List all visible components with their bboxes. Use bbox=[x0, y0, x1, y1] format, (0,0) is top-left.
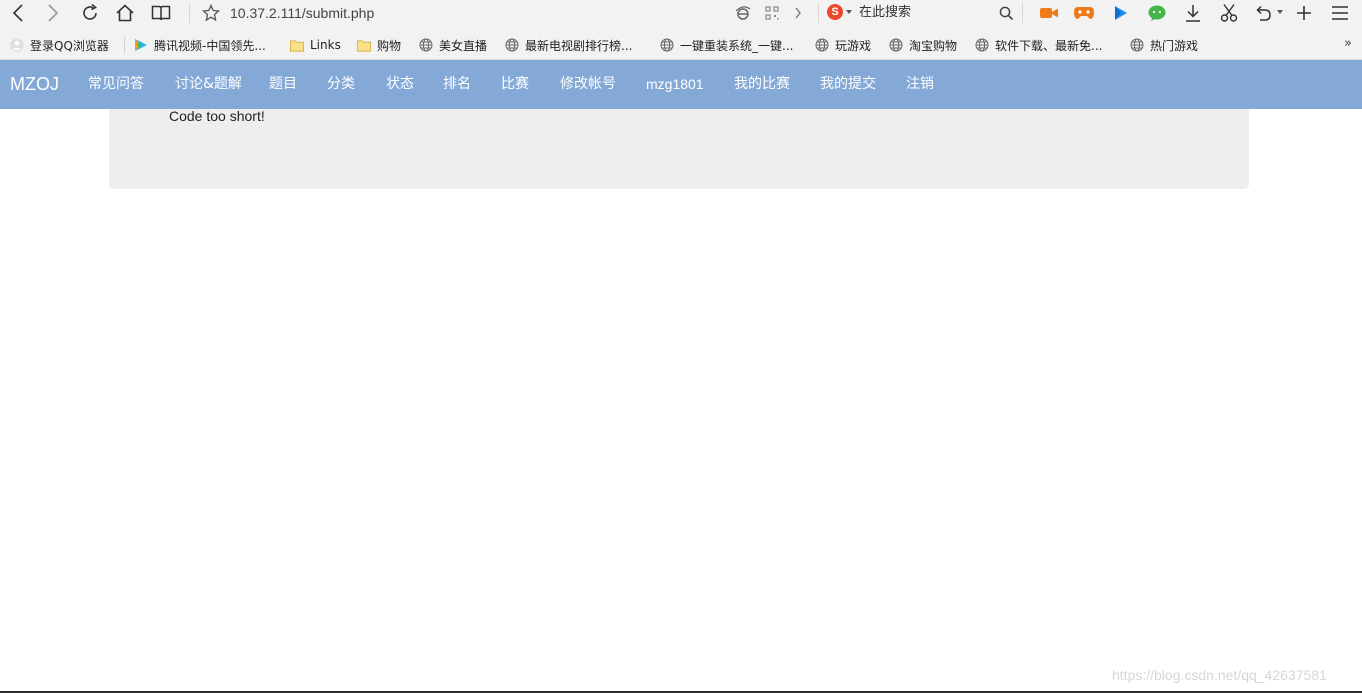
nav-item-ranking[interactable]: 排名 bbox=[443, 75, 471, 93]
nav-item-faq[interactable]: 常见问答 bbox=[88, 75, 144, 93]
bookmark-label: 美女直播 bbox=[439, 38, 488, 53]
message-panel: Code too short! bbox=[109, 109, 1249, 189]
bookmark-games[interactable]: 玩游戏 bbox=[815, 37, 871, 53]
forward-icon[interactable] bbox=[43, 0, 63, 26]
bookmark-live[interactable]: 美女直播 bbox=[419, 37, 487, 53]
globe-icon bbox=[505, 38, 519, 52]
undo-icon[interactable] bbox=[1253, 0, 1273, 26]
nav-item-status[interactable]: 状态 bbox=[386, 75, 414, 93]
site-navbar: MZOJ 常见问答 讨论&题解 题目 分类 状态 排名 比赛 修改帐号 mzg1… bbox=[0, 60, 1362, 109]
nav-item-my-contests[interactable]: 我的比赛 bbox=[734, 75, 790, 93]
globe-icon bbox=[889, 38, 903, 52]
bookmark-reinstall[interactable]: 一键重装系统_一键... bbox=[660, 37, 793, 53]
bookmark-folder-shopping[interactable]: 购物 bbox=[357, 37, 401, 53]
bookmark-software[interactable]: 软件下载、最新免... bbox=[975, 37, 1102, 53]
nav-item-discuss[interactable]: 讨论&题解 bbox=[175, 75, 242, 93]
user-avatar-icon bbox=[10, 38, 24, 52]
bookmark-label: 热门游戏 bbox=[1150, 38, 1199, 53]
globe-icon bbox=[815, 38, 829, 52]
bookmark-label: 登录QQ浏览器 bbox=[30, 38, 109, 53]
bookmark-label: 腾讯视频-中国领先... bbox=[154, 38, 266, 53]
toolbar-divider bbox=[189, 3, 190, 23]
tencent-video-icon bbox=[134, 38, 148, 52]
bookmark-divider bbox=[124, 37, 125, 53]
search-icon[interactable] bbox=[996, 0, 1016, 26]
nav-item-username[interactable]: mzg1801 bbox=[646, 75, 704, 93]
bookmarks-more-button[interactable]: » bbox=[1344, 36, 1352, 51]
scissors-icon[interactable] bbox=[1218, 0, 1240, 26]
bookmark-hot-games[interactable]: 热门游戏 bbox=[1130, 37, 1198, 53]
globe-icon bbox=[975, 38, 989, 52]
qrcode-icon[interactable] bbox=[764, 0, 780, 26]
bookmark-label: Links bbox=[310, 38, 341, 52]
nav-item-logout[interactable]: 注销 bbox=[906, 75, 934, 93]
browser-toolbar: 10.37.2.111/submit.php S 在此搜索 bbox=[0, 0, 1362, 31]
menu-icon[interactable] bbox=[1330, 0, 1350, 26]
brand-logo[interactable]: MZOJ bbox=[10, 74, 59, 94]
search-input[interactable]: 在此搜索 bbox=[859, 4, 911, 22]
address-bar[interactable]: 10.37.2.111/submit.php bbox=[230, 4, 374, 22]
toolbar-divider bbox=[818, 3, 819, 23]
home-icon[interactable] bbox=[114, 0, 136, 26]
globe-icon bbox=[1130, 38, 1144, 52]
bookmark-label: 玩游戏 bbox=[835, 38, 872, 53]
folder-icon bbox=[290, 38, 304, 52]
watermark: https://blog.csdn.net/qq_42637581 bbox=[1112, 667, 1327, 683]
bookmark-label: 购物 bbox=[377, 38, 402, 53]
folder-icon bbox=[357, 38, 371, 52]
bookmark-taobao[interactable]: 淘宝购物 bbox=[889, 37, 957, 53]
gamepad-icon[interactable] bbox=[1073, 0, 1095, 26]
bookmark-folder-links[interactable]: Links bbox=[290, 37, 341, 53]
bookmark-label: 软件下载、最新免... bbox=[995, 38, 1103, 53]
nav-item-contest[interactable]: 比赛 bbox=[501, 75, 529, 93]
bookmark-tencent-video[interactable]: 腾讯视频-中国领先... bbox=[134, 37, 266, 53]
bookmark-label: 最新电视剧排行榜... bbox=[525, 38, 633, 53]
bookmark-label: 一键重装系统_一键... bbox=[680, 38, 794, 53]
nav-item-my-submissions[interactable]: 我的提交 bbox=[820, 75, 876, 93]
back-icon[interactable] bbox=[8, 0, 28, 26]
error-message: Code too short! bbox=[169, 108, 265, 124]
video-camera-icon[interactable] bbox=[1038, 0, 1060, 26]
reload-icon[interactable] bbox=[79, 0, 101, 26]
sogou-icon[interactable]: S bbox=[827, 4, 843, 20]
bookmark-label: 淘宝购物 bbox=[909, 38, 958, 53]
bookmark-login[interactable]: 登录QQ浏览器 bbox=[10, 37, 109, 53]
toolbar-divider bbox=[1022, 3, 1023, 23]
chevron-down-icon[interactable] bbox=[846, 10, 852, 14]
chevron-right-icon[interactable] bbox=[791, 0, 805, 26]
globe-icon bbox=[660, 38, 674, 52]
nav-item-problems[interactable]: 题目 bbox=[269, 75, 297, 93]
reading-mode-icon[interactable] bbox=[150, 0, 172, 26]
chevron-down-icon[interactable] bbox=[1277, 10, 1283, 14]
play-icon[interactable] bbox=[1111, 0, 1131, 26]
download-icon[interactable] bbox=[1182, 0, 1204, 26]
star-icon[interactable] bbox=[201, 0, 221, 26]
wechat-icon[interactable] bbox=[1146, 0, 1168, 26]
ie-compat-icon[interactable] bbox=[734, 0, 752, 26]
nav-item-category[interactable]: 分类 bbox=[327, 75, 355, 93]
bookmark-tv-ranking[interactable]: 最新电视剧排行榜... bbox=[505, 37, 632, 53]
globe-icon bbox=[419, 38, 433, 52]
nav-item-modify-account[interactable]: 修改帐号 bbox=[560, 75, 616, 93]
new-tab-icon[interactable] bbox=[1294, 0, 1314, 26]
